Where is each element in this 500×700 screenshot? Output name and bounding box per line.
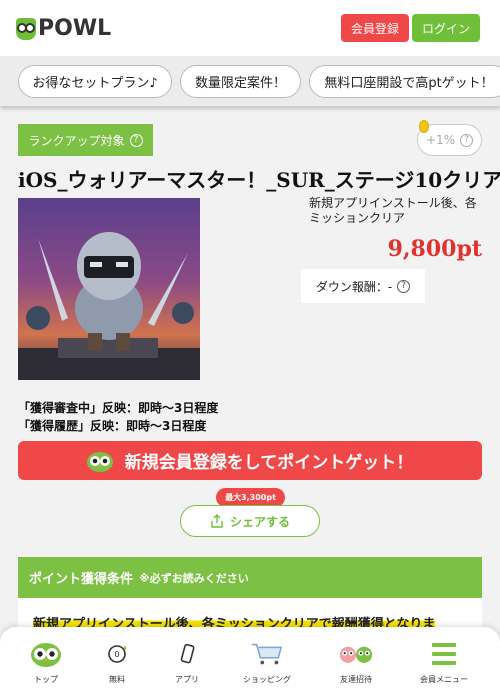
nav-app-label: アプリ — [175, 675, 199, 684]
conditions-note: ※必ずお読みください — [139, 571, 249, 585]
help-icon: ? — [129, 133, 143, 147]
reward-points: 9,800pt — [387, 236, 482, 262]
nav-member-menu-label: 会員メニュー — [420, 675, 468, 684]
register-button[interactable]: 会員登録 — [341, 14, 409, 42]
friends-icon — [339, 639, 373, 669]
nav-top[interactable]: トップ — [6, 639, 86, 685]
cta-label: 新規会員登録をしてポイントゲット！ — [124, 453, 414, 473]
bottom-navigation: トップ 0 無料 アプリ ショッピング 友達招待 会員メニュー — [0, 627, 500, 700]
conditions-heading: ポイント獲得条件 ※必ずお読みください — [18, 557, 482, 598]
conditions-title: ポイント獲得条件 — [29, 572, 134, 587]
nav-member-menu[interactable]: 会員メニュー — [404, 639, 484, 685]
tab-set-plan[interactable]: お得なセットプラン♪ — [18, 65, 172, 98]
owl-icon — [86, 451, 113, 472]
tab-free-account[interactable]: 無料口座開設で高ptゲット！ — [309, 65, 500, 98]
tab-limited-quantity[interactable]: 数量限定案件！ — [180, 65, 301, 98]
share-button[interactable]: シェアする — [180, 505, 320, 537]
down-reward-label: ダウン報酬：- — [315, 279, 393, 294]
nav-free[interactable]: 0 無料 — [77, 639, 157, 685]
help-icon: ? — [460, 133, 474, 147]
bonus-rate-value: +1% — [425, 133, 456, 147]
nav-shopping[interactable]: ショッピング — [227, 639, 307, 685]
logo-text: POWL — [38, 16, 112, 41]
notice-review: 「獲得審査中」反映：即時～3日程度 — [18, 401, 219, 415]
offer-title: iOS_ウォリアーマスター！_SUR_ステージ10クリア — [18, 168, 500, 192]
game-artwork — [18, 198, 200, 380]
notice-history: 「獲得履歴」反映：即時～3日程度 — [18, 419, 207, 433]
help-icon: ? — [397, 279, 411, 293]
header: POWL 会員登録 ログイン — [0, 0, 500, 56]
reflection-notice: 「獲得審査中」反映：即時～3日程度 「獲得履歴」反映：即時～3日程度 — [18, 399, 218, 435]
login-button[interactable]: ログイン — [412, 14, 480, 42]
share-label: シェアする — [229, 514, 290, 529]
nav-free-label: 無料 — [109, 675, 125, 684]
nav-invite-label: 友達招待 — [340, 675, 372, 684]
coin-icon — [419, 120, 429, 133]
offer-description: 新規アプリインストール後、各ミッションクリア — [309, 196, 477, 225]
nav-app[interactable]: アプリ — [147, 639, 227, 685]
nav-shopping-label: ショッピング — [243, 675, 291, 684]
svg-text:0: 0 — [114, 650, 119, 659]
owl-icon — [29, 639, 63, 669]
share-icon — [211, 514, 223, 528]
free-icon: 0 — [100, 639, 134, 669]
powl-logo[interactable]: POWL — [16, 16, 111, 41]
cart-icon — [250, 639, 284, 669]
nav-top-label: トップ — [34, 675, 58, 684]
owl-logo-icon — [16, 17, 36, 40]
rank-up-label: ランクアップ対象 — [28, 133, 125, 148]
nav-invite[interactable]: 友達招待 — [316, 639, 396, 685]
menu-icon — [427, 639, 461, 669]
register-cta-button[interactable]: 新規会員登録をしてポイントゲット！ — [18, 441, 482, 480]
smartphone-icon — [170, 639, 204, 669]
rank-up-badge[interactable]: ランクアップ対象 ? — [18, 124, 153, 156]
campaign-tab-bar[interactable]: お得なセットプラン♪ 数量限定案件！ 無料口座開設で高ptゲット！ — [0, 56, 500, 106]
down-reward-box[interactable]: ダウン報酬：- ? — [301, 269, 425, 303]
